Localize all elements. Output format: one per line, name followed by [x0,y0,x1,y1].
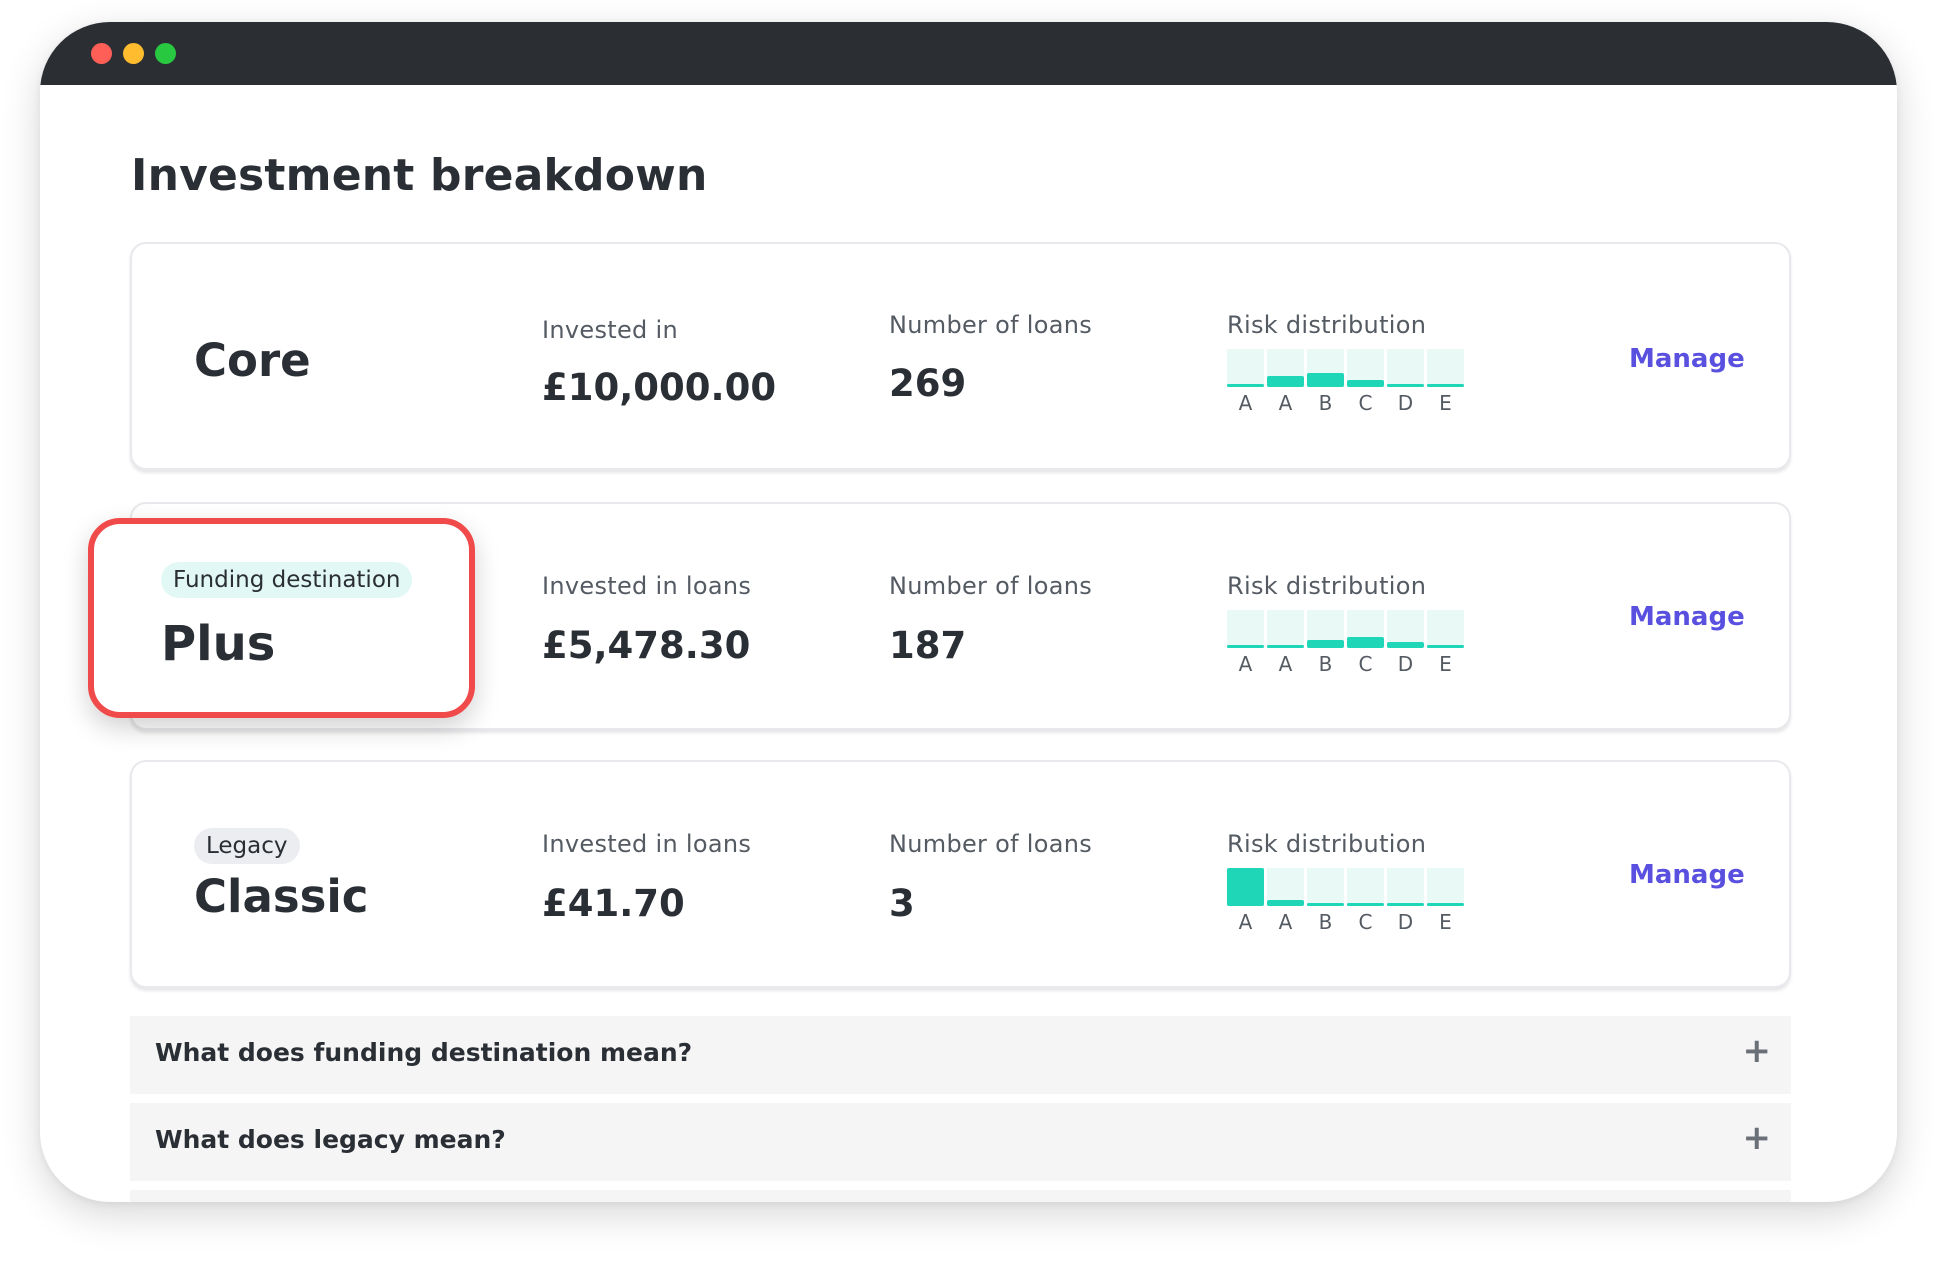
invested-value: £10,000.00 [542,366,777,409]
loans-label: Number of loans [889,830,1093,858]
risk-bar-d [1387,610,1424,648]
risk-distribution: Risk distribution A A B CD E [1227,572,1467,676]
legacy-badge: Legacy [194,828,300,864]
product-card-classic: Legacy Classic Invested in loans £41.70 … [130,760,1791,988]
window-titlebar [40,22,1897,85]
risk-letter: A [1238,652,1253,676]
invested-value: £5,478.30 [542,624,751,667]
risk-letter: E [1439,391,1452,415]
loans-label: Number of loans [889,311,1093,339]
risk-bar-e [1427,349,1464,387]
funding-destination-badge: Funding destination [161,562,413,598]
risk-letter: B [1318,652,1333,676]
risk-bar-fill [1307,373,1344,387]
risk-distribution-title: Risk distribution [1227,311,1427,339]
risk-bar-c [1347,610,1384,648]
risk-bars [1227,349,1467,387]
risk-letters: A A B CD E [1227,387,1467,415]
risk-bar-d [1387,868,1424,906]
risk-letter: A [1278,652,1293,676]
risk-bar-c [1347,349,1384,387]
risk-letter: A [1278,910,1293,934]
risk-letter: B [1318,910,1333,934]
risk-bars [1227,868,1467,906]
faq-item-partial[interactable] [130,1190,1791,1202]
page-title: Investment breakdown [131,150,708,201]
risk-bar-d [1387,349,1424,387]
risk-bar-a [1227,349,1264,387]
risk-letter: D [1397,391,1414,415]
risk-letter: C [1358,910,1373,934]
risk-bar-c [1347,868,1384,906]
risk-letter: B [1318,391,1333,415]
risk-bar-fill [1227,868,1264,906]
risk-bar-a [1267,868,1304,906]
plus-icon[interactable]: + [1743,1031,1772,1071]
close-window-button[interactable] [91,43,112,64]
risk-bar-b [1307,349,1344,387]
risk-letter: D [1397,910,1414,934]
loans-value: 187 [889,624,967,667]
faq-question: What does legacy mean? [155,1125,506,1154]
risk-distribution: Risk distribution A A B CD E [1227,311,1467,415]
risk-distribution: Risk distribution A A B CD E [1227,830,1467,934]
risk-letter: E [1439,910,1452,934]
risk-bar-a [1267,610,1304,648]
loans-value: 3 [889,882,915,925]
risk-letter: E [1439,652,1452,676]
product-name: Classic [194,870,369,923]
risk-bar-a [1227,868,1264,906]
risk-letter: C [1358,391,1373,415]
faq-item-legacy[interactable]: What does legacy mean? + [130,1103,1791,1181]
risk-letter: A [1238,391,1253,415]
risk-letter: A [1238,910,1253,934]
faq-item-funding-destination[interactable]: What does funding destination mean? + [130,1016,1791,1094]
risk-bar-e [1427,610,1464,648]
risk-bar-b [1307,610,1344,648]
invested-label: Invested in [542,316,678,344]
risk-letters: A A B CD E [1227,906,1467,934]
highlight-callout: Funding destination Plus [88,518,475,718]
loans-value: 269 [889,362,967,405]
manage-link[interactable]: Manage [1629,860,1745,890]
risk-distribution-title: Risk distribution [1227,572,1427,600]
faq-question: What does funding destination mean? [155,1038,693,1067]
risk-letters: A A B CD E [1227,648,1467,676]
risk-bar-fill [1347,380,1384,387]
product-card-core: Core Invested in £10,000.00 Number of lo… [130,242,1791,470]
risk-bar-fill [1267,376,1304,387]
risk-letter: A [1278,391,1293,415]
plus-icon[interactable]: + [1743,1118,1772,1158]
risk-bars [1227,610,1467,648]
risk-bar-fill [1307,640,1344,648]
risk-letter: C [1358,652,1373,676]
minimize-window-button[interactable] [123,43,144,64]
risk-letter: D [1397,652,1414,676]
loans-label: Number of loans [889,572,1093,600]
risk-bar-fill [1347,637,1384,648]
product-name: Plus [161,616,276,672]
invested-label: Invested in loans [542,830,752,858]
risk-bar-a [1227,610,1264,648]
risk-bar-b [1307,868,1344,906]
maximize-window-button[interactable] [155,43,176,64]
risk-bar-e [1427,868,1464,906]
manage-link[interactable]: Manage [1629,602,1745,632]
manage-link[interactable]: Manage [1629,344,1745,374]
invested-value: £41.70 [542,882,685,925]
risk-distribution-title: Risk distribution [1227,830,1427,858]
risk-bar-a [1267,349,1304,387]
browser-window: Investment breakdown Core Invested in £1… [40,22,1897,1202]
invested-label: Invested in loans [542,572,752,600]
product-name: Core [194,334,311,387]
